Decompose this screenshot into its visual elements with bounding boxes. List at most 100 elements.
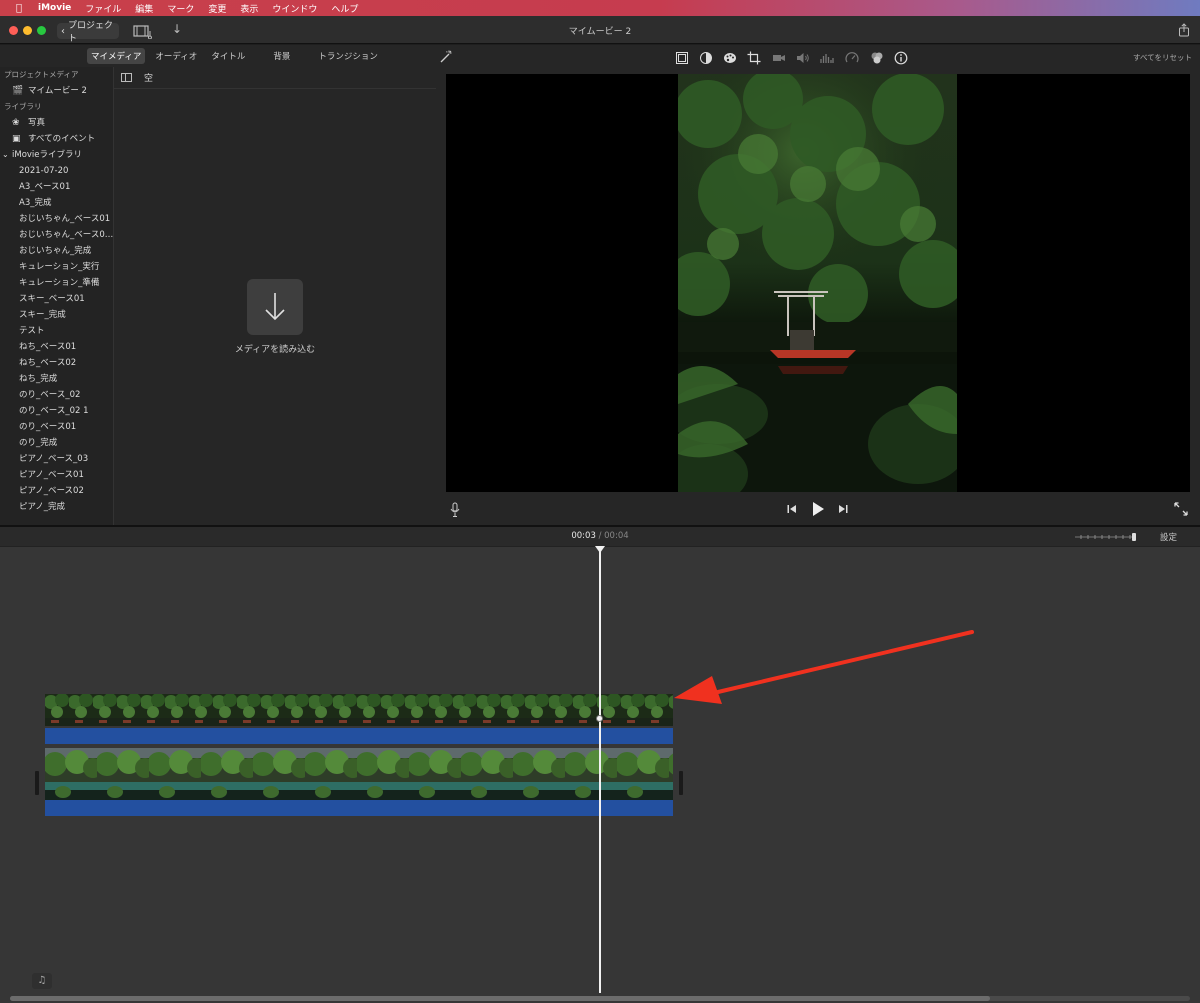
window-titlebar: ‹ プロジェクト ↓ マイムービー 2 (0, 16, 1200, 44)
chevron-down-icon[interactable]: ⌄ (2, 147, 10, 163)
main-clip[interactable] (45, 748, 673, 816)
sidebar-event-item[interactable]: スキー_ベース01 (0, 291, 114, 307)
sidebar-event-item[interactable]: スキー_完成 (0, 307, 114, 323)
skip-forward-icon[interactable] (837, 503, 849, 515)
sidebar-event-item[interactable]: おじいちゃん_ベース01 (0, 211, 114, 227)
music-note-icon[interactable]: ♫ (32, 973, 52, 989)
sidebar-event-item[interactable]: ピアノ_ベース01 (0, 467, 114, 483)
menu-modify[interactable]: 変更 (208, 2, 226, 15)
sidebar-item-label: マイムービー 2 (28, 86, 87, 96)
crop-icon[interactable] (747, 51, 761, 65)
noise-reduction-icon[interactable] (820, 51, 834, 65)
sidebar-event-item[interactable]: ねち_完成 (0, 371, 114, 387)
sidebar-event-item[interactable]: のり_ベース_02 1 (0, 403, 114, 419)
fullscreen-icon[interactable] (1174, 502, 1188, 516)
timeline-scrollbar[interactable] (10, 996, 1190, 1001)
sidebar-event-item[interactable]: A3_ベース01 (0, 179, 114, 195)
sidebar-event-item[interactable]: ねち_ベース02 (0, 355, 114, 371)
sidebar-item-photos[interactable]: ❀ 写真 (0, 115, 114, 131)
menu-mark[interactable]: マーク (167, 2, 194, 15)
menu-window[interactable]: ウインドウ (272, 2, 317, 15)
clip-filter-icon[interactable] (870, 51, 884, 65)
sidebar-item-library[interactable]: ⌄ iMovieライブラリ (0, 147, 114, 163)
sidebar-event-item[interactable]: おじいちゃん_ベース0… (0, 227, 114, 243)
sidebar-item-label: すべてのイベント (28, 134, 96, 144)
sidebar-item-label: 写真 (28, 118, 46, 128)
reset-all-button[interactable]: すべてをリセット (1133, 52, 1192, 63)
video-viewer (436, 73, 1200, 525)
sidebar-item-all-events[interactable]: ▣ すべてのイベント (0, 131, 114, 147)
sidebar-event-item[interactable]: 2021-07-20 (0, 163, 114, 179)
sidebar-event-item[interactable]: テスト (0, 323, 114, 339)
stabilization-icon[interactable] (772, 51, 786, 65)
event-list: 2021-07-20 A3_ベース01 A3_完成 おじいちゃん_ベース01 おじいちゃ… (0, 163, 114, 515)
annotation-arrow (674, 630, 974, 704)
menu-view[interactable]: 表示 (240, 2, 258, 15)
timeline-settings-button[interactable]: 設定 (1160, 531, 1177, 543)
window-title: マイムービー 2 (568, 27, 632, 37)
sidebar-event-item[interactable]: ねち_ベース01 (0, 339, 114, 355)
photos-icon: ❀ (12, 118, 20, 128)
library-sidebar: プロジェクトメディア 🎬 マイムービー 2 ライブラリ ❀ 写真 ▣ すべてのイ… (0, 67, 114, 525)
arrow-down-icon (265, 293, 285, 321)
timeline-header: 00:03 / 00:04 設定 (0, 527, 1200, 547)
overlay-clip[interactable] (45, 694, 673, 746)
menu-app-name[interactable]: iMovie (38, 3, 71, 13)
timeline-scrollbar-thumb[interactable] (10, 996, 990, 1001)
sidebar-event-item[interactable]: のり_完成 (0, 435, 114, 451)
menu-edit[interactable]: 編集 (135, 2, 153, 15)
playhead[interactable] (599, 547, 601, 993)
sidebar-event-item[interactable]: のり_ベース_02 (0, 387, 114, 403)
sidebar-event-item[interactable]: ピアノ_完成 (0, 499, 114, 515)
main-clip-frames (45, 748, 673, 800)
clip-trim-handle-right[interactable] (679, 771, 683, 795)
sidebar-event-item[interactable]: キュレーション_実行 (0, 259, 114, 275)
color-balance-icon[interactable] (699, 51, 713, 65)
play-icon[interactable] (811, 501, 825, 517)
sidebar-event-item[interactable]: A3_完成 (0, 195, 114, 211)
skip-back-icon[interactable] (786, 503, 798, 515)
info-icon[interactable] (894, 51, 908, 65)
browser-toolbar: 空 (114, 67, 436, 89)
import-media-button[interactable] (247, 279, 303, 335)
sidebar-item-project[interactable]: 🎬 マイムービー 2 (0, 83, 114, 99)
playback-controls (436, 497, 1200, 521)
tab-audio[interactable]: オーディオ (151, 48, 201, 64)
microphone-icon[interactable] (450, 502, 460, 518)
timecode-display: 00:03 / 00:04 (0, 531, 1200, 541)
main-clip-audio-track[interactable] (45, 800, 673, 816)
apple-menu-icon[interactable]:  (12, 3, 26, 14)
volume-icon[interactable] (796, 51, 810, 65)
media-filter-label[interactable]: 空 (144, 71, 153, 84)
video-frame (446, 74, 1190, 492)
menu-bar:  iMovie ファイル 編集 マーク 変更 表示 ウインドウ ヘルプ (0, 0, 1200, 16)
menu-file[interactable]: ファイル (85, 2, 121, 15)
menu-help[interactable]: ヘルプ (331, 2, 358, 15)
project-media-header: プロジェクトメディア (4, 70, 79, 79)
color-palette-icon[interactable] (723, 51, 737, 65)
star-icon: ▣ (12, 134, 21, 144)
video-preview-image (678, 74, 957, 492)
playhead-marker[interactable] (595, 546, 605, 553)
sidebar-event-item[interactable]: ピアノ_ベース_03 (0, 451, 114, 467)
sidebar-event-item[interactable]: キュレーション_準備 (0, 275, 114, 291)
library-header: ライブラリ (4, 102, 42, 111)
share-icon[interactable] (1178, 23, 1190, 37)
media-browser: 空 メディアを読み込む (114, 67, 436, 525)
media-type-tabs: マイメディア オーディオ タイトル 背景 トランジション (0, 45, 436, 67)
timeline-zoom-slider[interactable] (1075, 533, 1137, 541)
sidebar-event-item[interactable]: のり_ベース01 (0, 419, 114, 435)
tab-transitions[interactable]: トランジション (314, 48, 382, 64)
sidebar-event-item[interactable]: ピアノ_ベース02 (0, 483, 114, 499)
tab-my-media[interactable]: マイメディア (87, 48, 146, 64)
speed-icon[interactable] (845, 51, 859, 65)
crop-to-fill-icon[interactable] (675, 51, 689, 65)
overlay-clip-frames (45, 694, 673, 726)
sidebar-toggle-icon[interactable] (121, 73, 132, 82)
sidebar-event-item[interactable]: おじいちゃん_完成 (0, 243, 114, 259)
tab-backgrounds[interactable]: 背景 (269, 48, 294, 64)
overlay-clip-audio-track[interactable] (45, 728, 673, 744)
tab-titles[interactable]: タイトル (207, 48, 249, 64)
clip-trim-handle-left[interactable] (35, 771, 39, 795)
magic-wand-icon[interactable] (439, 50, 453, 64)
